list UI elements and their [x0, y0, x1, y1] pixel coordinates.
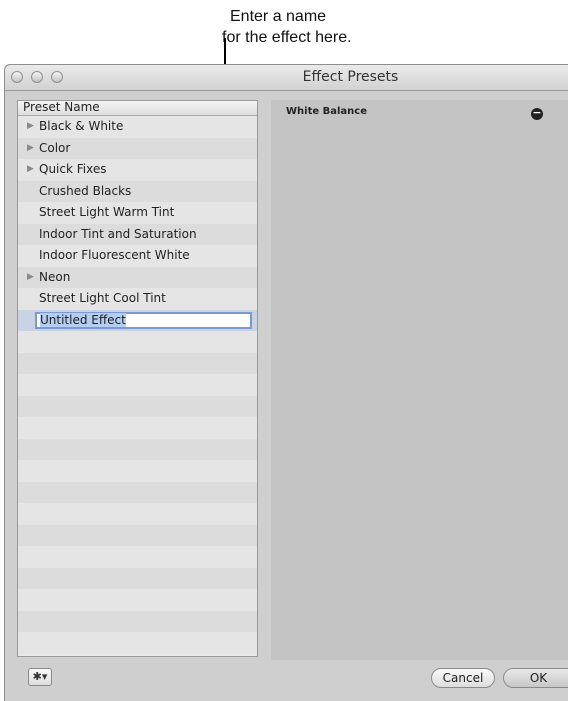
empty-row — [18, 460, 257, 482]
preset-label: Color — [39, 140, 71, 155]
empty-row — [18, 589, 257, 611]
annotation-line-1: Enter a name — [230, 8, 327, 25]
title-bar: Effect Presets — [5, 65, 568, 91]
preset-row[interactable]: Street Light Warm Tint — [18, 202, 257, 224]
effect-presets-window: Effect Presets Preset Name ▶ Black & Whit… — [4, 64, 568, 701]
preset-label: Street Light Cool Tint — [39, 291, 166, 305]
minus-circle-icon[interactable]: − — [531, 107, 543, 120]
empty-row — [18, 524, 257, 546]
disclosure-triangle-icon[interactable]: ▶ — [27, 138, 34, 159]
annotation-callout: Enter a name for the effect here. — [222, 6, 422, 48]
preset-row-editing[interactable]: Untitled Effect — [18, 309, 257, 331]
preset-name-input[interactable]: Untitled Effect — [35, 311, 252, 329]
empty-row — [18, 395, 257, 417]
preset-row[interactable]: Street Light Cool Tint — [18, 288, 257, 310]
empty-row — [18, 632, 257, 654]
empty-row — [18, 417, 257, 439]
empty-row — [18, 503, 257, 525]
preset-label: Indoor Tint and Saturation — [39, 226, 197, 241]
preset-label: Street Light Warm Tint — [39, 205, 175, 219]
preset-row[interactable]: Crushed Blacks — [18, 180, 257, 202]
preset-row[interactable]: Indoor Tint and Saturation — [18, 223, 257, 245]
preset-name-column-header[interactable]: Preset Name — [18, 101, 257, 116]
empty-row — [18, 481, 257, 503]
preset-list[interactable]: Preset Name ▶ Black & White ▶ Color ▶ Quick F… — [17, 100, 258, 657]
effect-name-label: White Balance — [286, 106, 367, 117]
empty-row — [18, 567, 257, 589]
empty-row — [18, 352, 257, 374]
preset-label: Indoor Fluorescent White — [39, 248, 190, 262]
preset-row[interactable]: Indoor Fluorescent White — [18, 245, 257, 267]
empty-row — [18, 546, 257, 568]
preset-label: Crushed Blacks — [39, 183, 132, 198]
empty-row — [18, 374, 257, 396]
preset-row[interactable]: ▶ Black & White — [18, 116, 257, 138]
effect-detail-pane: White Balance − — [271, 100, 568, 660]
preset-row[interactable]: ▶ Neon — [18, 266, 257, 288]
ok-button[interactable]: OK — [503, 668, 568, 688]
window-title: Effect Presets — [302, 69, 399, 85]
disclosure-triangle-icon[interactable]: ▶ — [27, 116, 34, 137]
preset-name-input-value: Untitled Effect — [40, 312, 126, 327]
preset-label: Black & White — [39, 119, 124, 133]
disclosure-triangle-icon[interactable]: ▶ — [27, 159, 34, 180]
empty-row — [18, 610, 257, 632]
gear-icon[interactable]: ✱▾ — [28, 668, 52, 686]
empty-row — [18, 331, 257, 353]
preset-label: Quick Fixes — [39, 162, 107, 176]
annotation-line-2: for the effect here. — [222, 29, 352, 46]
preset-row[interactable]: ▶ Color — [18, 137, 257, 159]
preset-label: Neon — [39, 269, 71, 284]
cancel-button[interactable]: Cancel — [431, 668, 495, 688]
disclosure-triangle-icon[interactable]: ▶ — [27, 267, 34, 288]
preset-row[interactable]: ▶ Quick Fixes — [18, 159, 257, 181]
empty-row — [18, 438, 257, 460]
